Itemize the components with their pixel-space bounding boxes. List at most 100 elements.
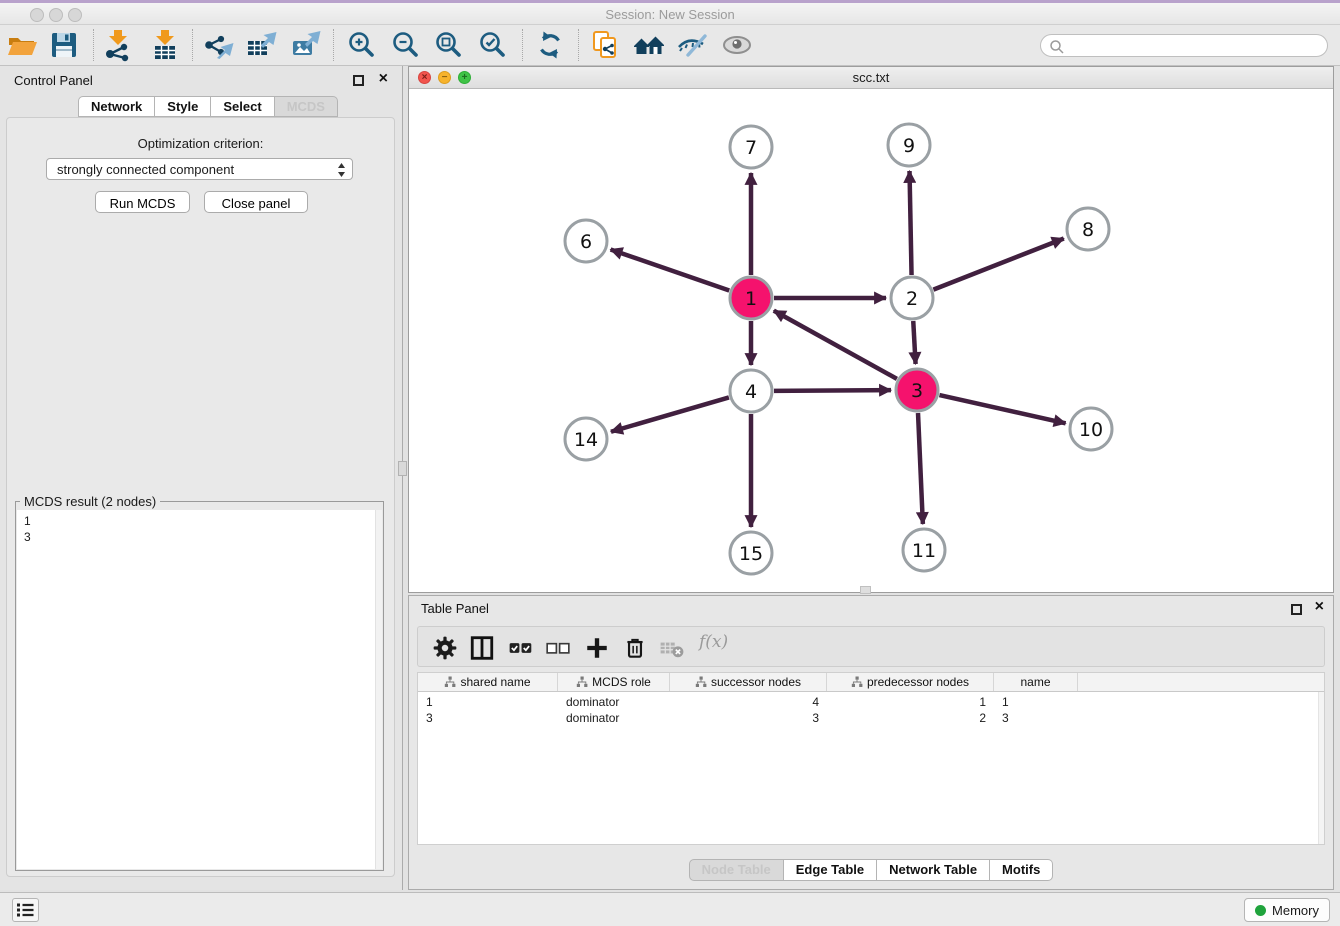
tab-mcds[interactable]: MCDS — [275, 96, 338, 117]
table-cell[interactable]: 3 — [418, 710, 558, 726]
control-panel-title: Control Panel — [14, 73, 93, 88]
graph-edge-3-10[interactable] — [939, 395, 1065, 423]
graph-node-4[interactable]: 4 — [730, 370, 772, 412]
network-canvas[interactable]: 7 9 6 8 1 2 4 3 14 10 15 11 — [409, 89, 1333, 592]
select-all-checkboxes-icon[interactable] — [508, 635, 534, 661]
run-mcds-button[interactable]: Run MCDS — [95, 191, 190, 213]
tab-network[interactable]: Network — [78, 96, 155, 117]
zoom-out-icon[interactable] — [389, 28, 423, 62]
tab-node-table[interactable]: Node Table — [689, 859, 784, 881]
toolbar-separator — [522, 29, 523, 61]
tab-select[interactable]: Select — [211, 96, 274, 117]
search-input[interactable] — [1069, 36, 1319, 55]
export-table-icon[interactable] — [244, 28, 278, 62]
graph-edge-4-14[interactable] — [611, 397, 729, 431]
function-builder-icon[interactable]: f(x) — [699, 632, 725, 658]
table-row[interactable]: 1dominator411 — [418, 694, 1324, 710]
network-window-titlebar[interactable]: × − + scc.txt — [409, 67, 1333, 89]
home-views-icon[interactable] — [632, 28, 666, 62]
dropdown-stepper-icon — [337, 162, 346, 178]
mcds-result-title: MCDS result (2 nodes) — [20, 494, 160, 509]
control-panel-tabs: Network Style Select MCDS — [78, 96, 338, 117]
float-table-panel-icon[interactable] — [1291, 604, 1302, 615]
column-header-name[interactable]: name — [994, 673, 1078, 691]
tab-network-table[interactable]: Network Table — [877, 859, 990, 881]
graph-node-3[interactable]: 3 — [896, 369, 938, 411]
graph-node-10[interactable]: 10 — [1070, 408, 1112, 450]
svg-text:14: 14 — [574, 429, 598, 451]
table-cell[interactable]: 1 — [994, 694, 1078, 710]
close-panel-icon[interactable]: × — [379, 70, 388, 88]
import-table-icon[interactable] — [148, 28, 182, 62]
column-header-predecessor-nodes[interactable]: predecessor nodes — [827, 673, 994, 691]
export-image-icon[interactable] — [288, 28, 322, 62]
sitemap-icon — [444, 676, 456, 688]
split-columns-icon[interactable] — [469, 635, 495, 661]
add-column-icon[interactable] — [584, 635, 610, 661]
tab-motifs[interactable]: Motifs — [990, 859, 1053, 881]
table-cell[interactable]: 3 — [670, 710, 827, 726]
open-session-icon[interactable] — [5, 28, 39, 62]
tab-style[interactable]: Style — [155, 96, 211, 117]
table-cell[interactable]: 2 — [827, 710, 994, 726]
close-table-panel-icon[interactable]: × — [1315, 598, 1324, 616]
svg-text:11: 11 — [912, 540, 936, 562]
column-header-shared-name[interactable]: shared name — [418, 673, 558, 691]
memory-button[interactable]: Memory — [1244, 898, 1330, 922]
graph-node-11[interactable]: 11 — [903, 529, 945, 571]
table-row[interactable]: 3dominator323 — [418, 710, 1324, 726]
graph-edge-4-3[interactable] — [774, 390, 891, 391]
zoom-fit-icon[interactable] — [432, 28, 466, 62]
table-cell[interactable]: 3 — [994, 710, 1078, 726]
table-cell[interactable]: dominator — [558, 710, 670, 726]
svg-text:6: 6 — [580, 231, 592, 253]
svg-text:9: 9 — [903, 135, 915, 157]
graph-edge-2-9[interactable] — [910, 171, 912, 275]
table-cell[interactable]: 1 — [827, 694, 994, 710]
panel-divider-handle[interactable] — [398, 461, 407, 476]
deselect-all-checkboxes-icon[interactable] — [545, 635, 571, 661]
graph-node-14[interactable]: 14 — [565, 418, 607, 460]
table-cell[interactable]: 4 — [670, 694, 827, 710]
graph-node-8[interactable]: 8 — [1067, 208, 1109, 250]
refresh-icon[interactable] — [533, 28, 567, 62]
table-cell[interactable]: dominator — [558, 694, 670, 710]
import-network-icon[interactable] — [101, 28, 135, 62]
result-scrollbar[interactable] — [375, 510, 382, 869]
optimization-criterion-dropdown[interactable]: strongly connected component — [46, 158, 353, 180]
graph-edge-1-6[interactable] — [611, 249, 730, 290]
graph-node-6[interactable]: 6 — [565, 220, 607, 262]
export-network-icon[interactable] — [201, 28, 235, 62]
column-header-successor-nodes[interactable]: successor nodes — [670, 673, 827, 691]
table-scrollbar[interactable] — [1318, 692, 1324, 844]
delete-table-icon[interactable] — [659, 635, 685, 661]
graph-edge-2-3[interactable] — [913, 321, 915, 364]
task-history-button[interactable] — [12, 898, 39, 922]
graph-edge-2-8[interactable] — [933, 238, 1063, 289]
close-panel-button[interactable]: Close panel — [204, 191, 308, 213]
hide-graphics-details-icon[interactable] — [720, 28, 754, 62]
graph-node-1[interactable]: 1 — [730, 277, 772, 319]
zoom-in-icon[interactable] — [345, 28, 379, 62]
mcds-result-list[interactable]: 13 — [17, 510, 382, 869]
memory-label: Memory — [1272, 903, 1319, 918]
table-cell[interactable]: 1 — [418, 694, 558, 710]
graph-node-2[interactable]: 2 — [891, 277, 933, 319]
copy-network-icon[interactable] — [588, 28, 622, 62]
sitemap-icon — [851, 676, 863, 688]
delete-column-icon[interactable] — [622, 635, 648, 661]
column-header-mcds-role[interactable]: MCDS role — [558, 673, 670, 691]
zoom-selected-icon[interactable] — [476, 28, 510, 62]
graph-node-9[interactable]: 9 — [888, 124, 930, 166]
sitemap-icon — [695, 676, 707, 688]
graph-edge-3-11[interactable] — [918, 413, 923, 524]
save-session-icon[interactable] — [47, 28, 81, 62]
graph-node-15[interactable]: 15 — [730, 532, 772, 574]
graph-edge-3-1[interactable] — [774, 311, 897, 379]
float-panel-icon[interactable] — [353, 75, 364, 86]
tab-edge-table[interactable]: Edge Table — [784, 859, 877, 881]
show-graphics-details-icon[interactable] — [675, 28, 709, 62]
graph-node-7[interactable]: 7 — [730, 126, 772, 168]
settings-gear-icon[interactable] — [432, 635, 458, 661]
table-divider-handle[interactable] — [860, 586, 871, 594]
